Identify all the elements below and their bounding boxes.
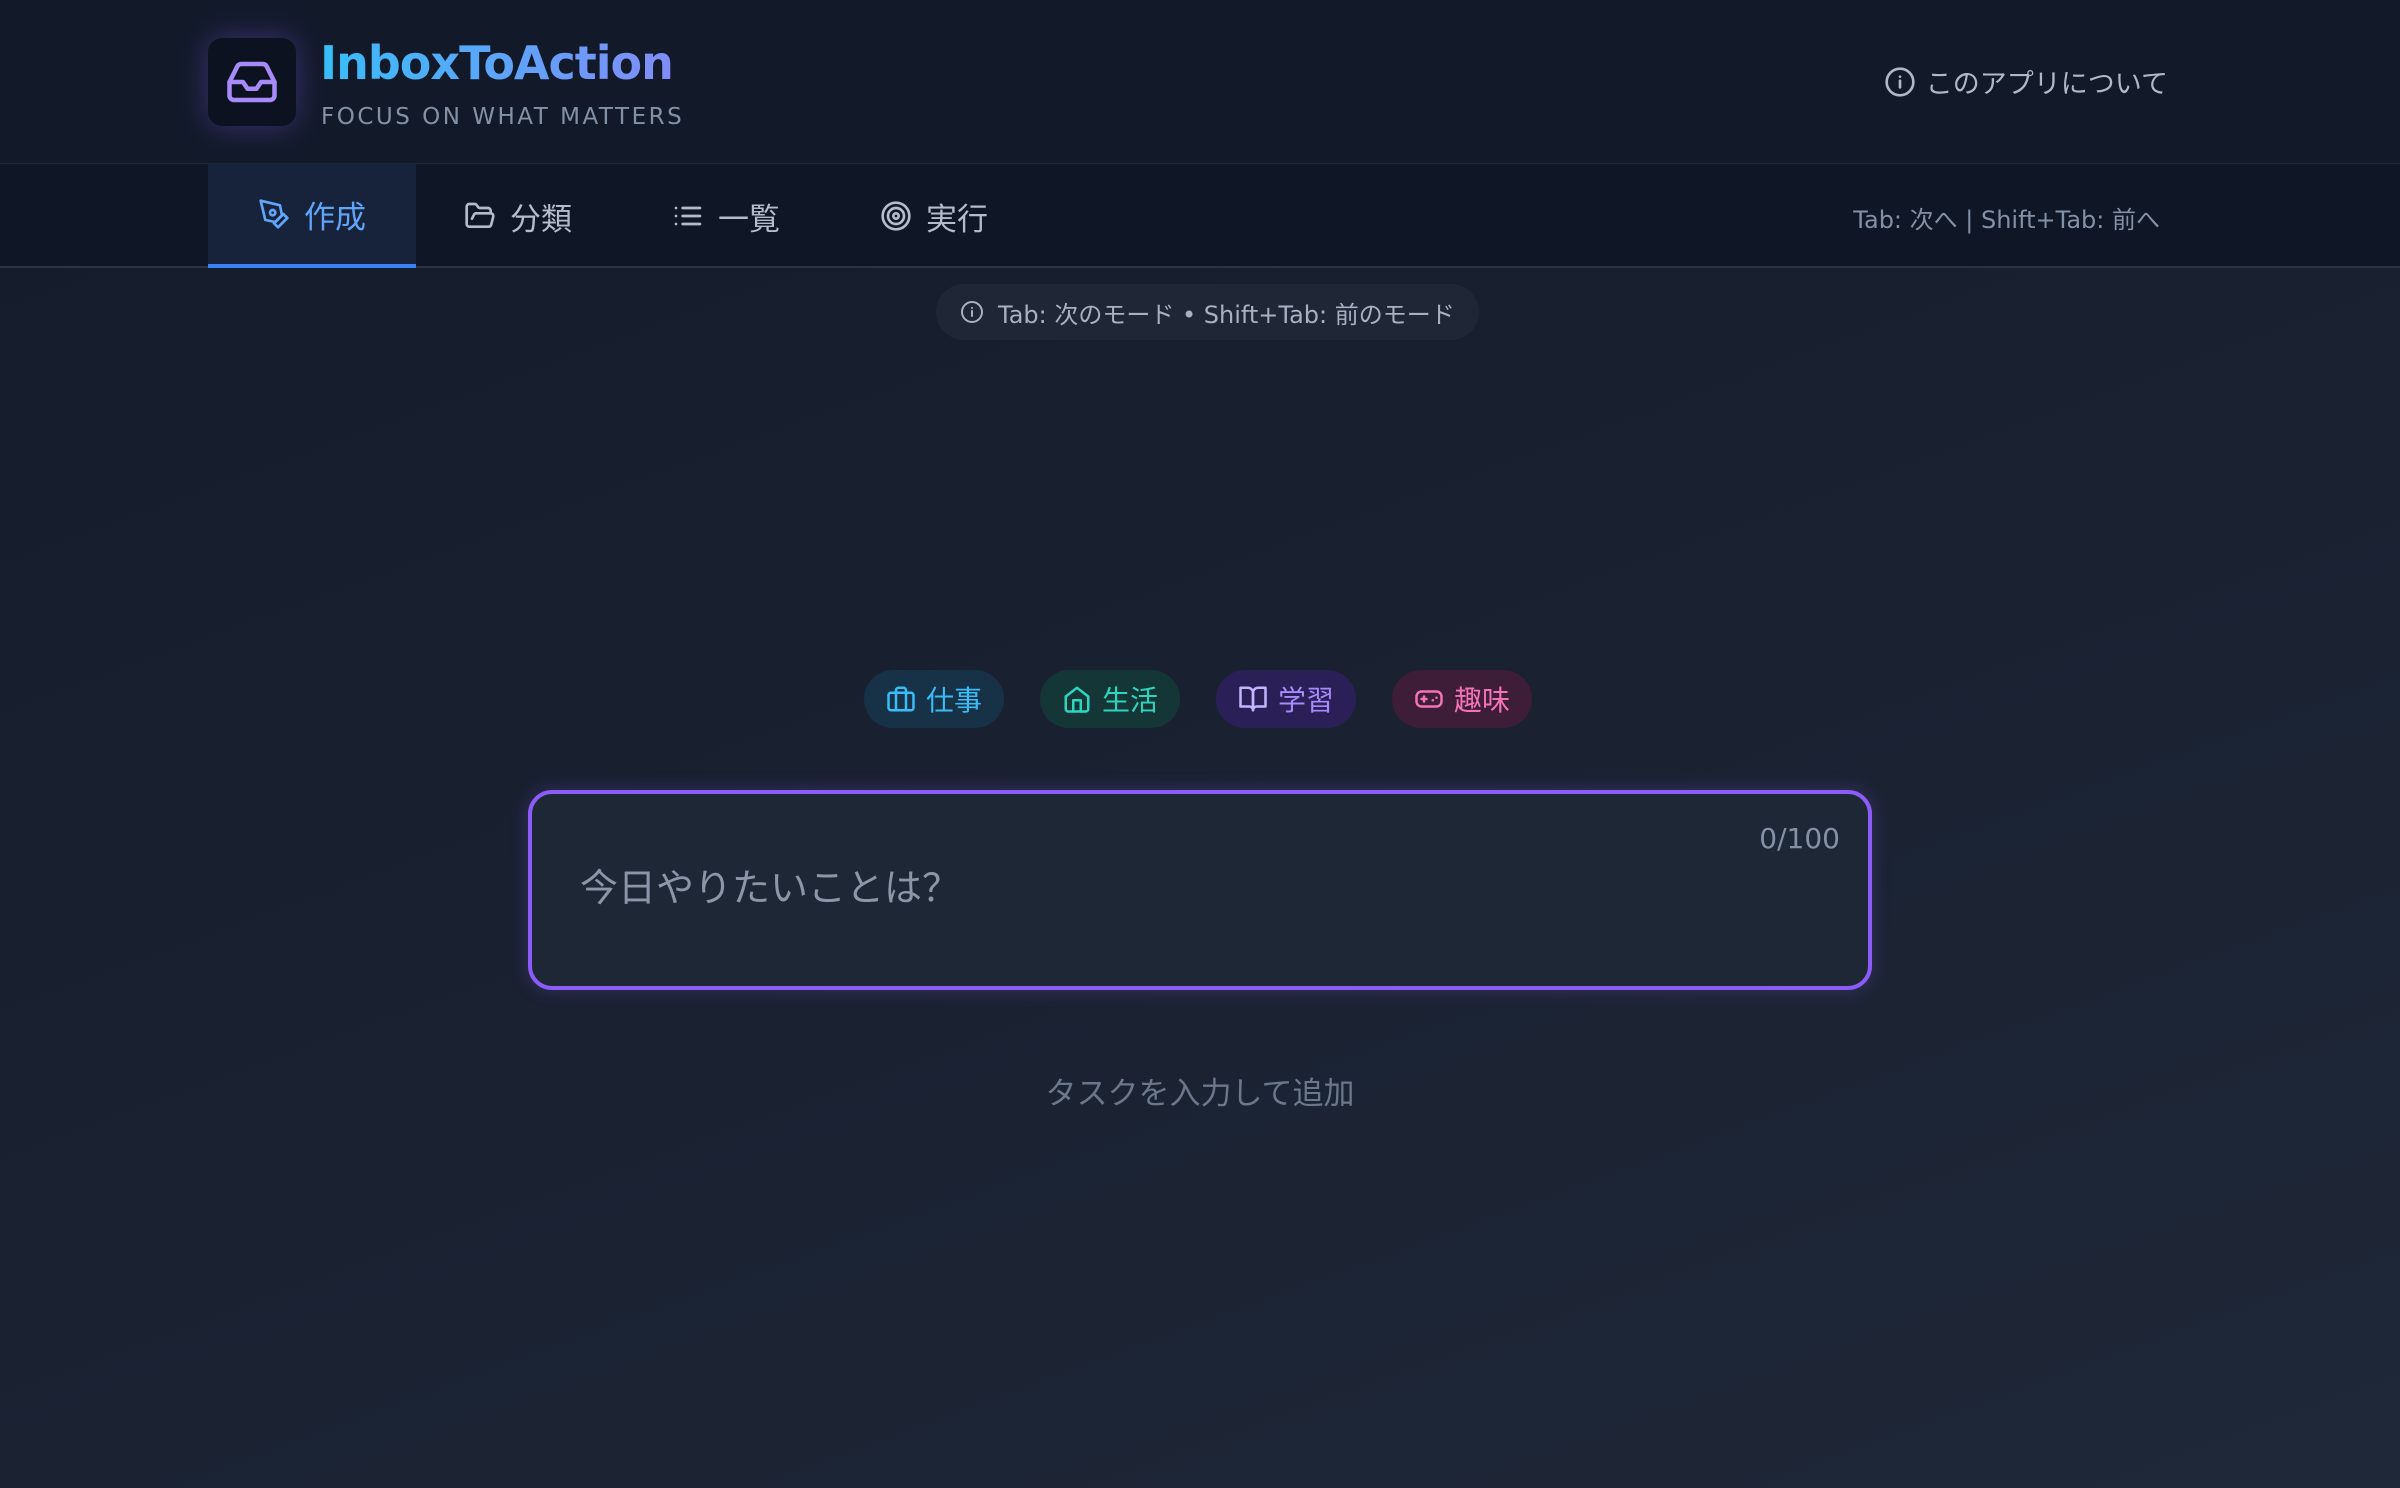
about-app-label: このアプリについて (1925, 69, 2168, 100)
target-icon (881, 201, 911, 231)
category-chip-hobby-label: 趣味 (1454, 684, 1511, 717)
about-app-button[interactable]: このアプリについて (1884, 62, 2168, 101)
mode-hint-pill: Tab: 次のモード • Shift+Tab: 前のモード (936, 284, 1479, 340)
mode-tabs: 作成 分類 一覧 実行 Tab: 次へ | Shift+Tab: 前へ (0, 164, 2400, 268)
info-icon (1885, 66, 1915, 97)
char-counter: 0/100 (1759, 822, 1840, 855)
gamepad-icon (1415, 690, 1443, 708)
app-header: InboxToAction FOCUS ON WHAT MATTERS このアプ… (0, 0, 2400, 164)
task-input-box: 0/100 (528, 790, 1872, 990)
shortcut-hint: Tab: 次へ | Shift+Tab: 前へ (1853, 206, 2160, 234)
tab-classify-label: 分類 (510, 201, 572, 238)
mode-hint-text: Tab: 次のモード • Shift+Tab: 前のモード (998, 300, 1455, 329)
pen-icon (259, 199, 289, 229)
category-chip-hobby[interactable]: 趣味 (1392, 670, 1533, 728)
category-chip-study[interactable]: 学習 (1216, 670, 1357, 728)
tab-create-label: 作成 (304, 199, 366, 236)
tab-execute[interactable]: 実行 (880, 164, 988, 268)
tab-list[interactable]: 一覧 (672, 164, 780, 268)
tab-execute-label: 実行 (926, 201, 988, 238)
category-chip-life[interactable]: 生活 (1040, 670, 1181, 728)
home-icon (1064, 686, 1090, 713)
task-input[interactable] (580, 858, 1680, 918)
tab-list-label: 一覧 (718, 201, 780, 238)
category-chip-life-label: 生活 (1102, 684, 1159, 717)
add-task-hint: タスクを入力して追加 (1045, 1076, 1355, 1112)
tab-create[interactable]: 作成 (208, 164, 416, 268)
tab-classify[interactable]: 分類 (464, 164, 572, 268)
book-icon (1239, 686, 1267, 712)
category-chip-work[interactable]: 仕事 (864, 670, 1005, 728)
folder-icon (465, 202, 495, 229)
list-icon (674, 206, 702, 226)
category-chip-study-label: 学習 (1278, 684, 1335, 717)
app-subtitle: FOCUS ON WHAT MATTERS (321, 104, 685, 130)
app-title: InboxToAction (320, 36, 674, 90)
info-icon (961, 301, 983, 323)
briefcase-icon (887, 686, 915, 712)
category-chip-work-label: 仕事 (926, 684, 983, 717)
inbox-icon (227, 61, 277, 103)
app-logo (208, 38, 296, 126)
